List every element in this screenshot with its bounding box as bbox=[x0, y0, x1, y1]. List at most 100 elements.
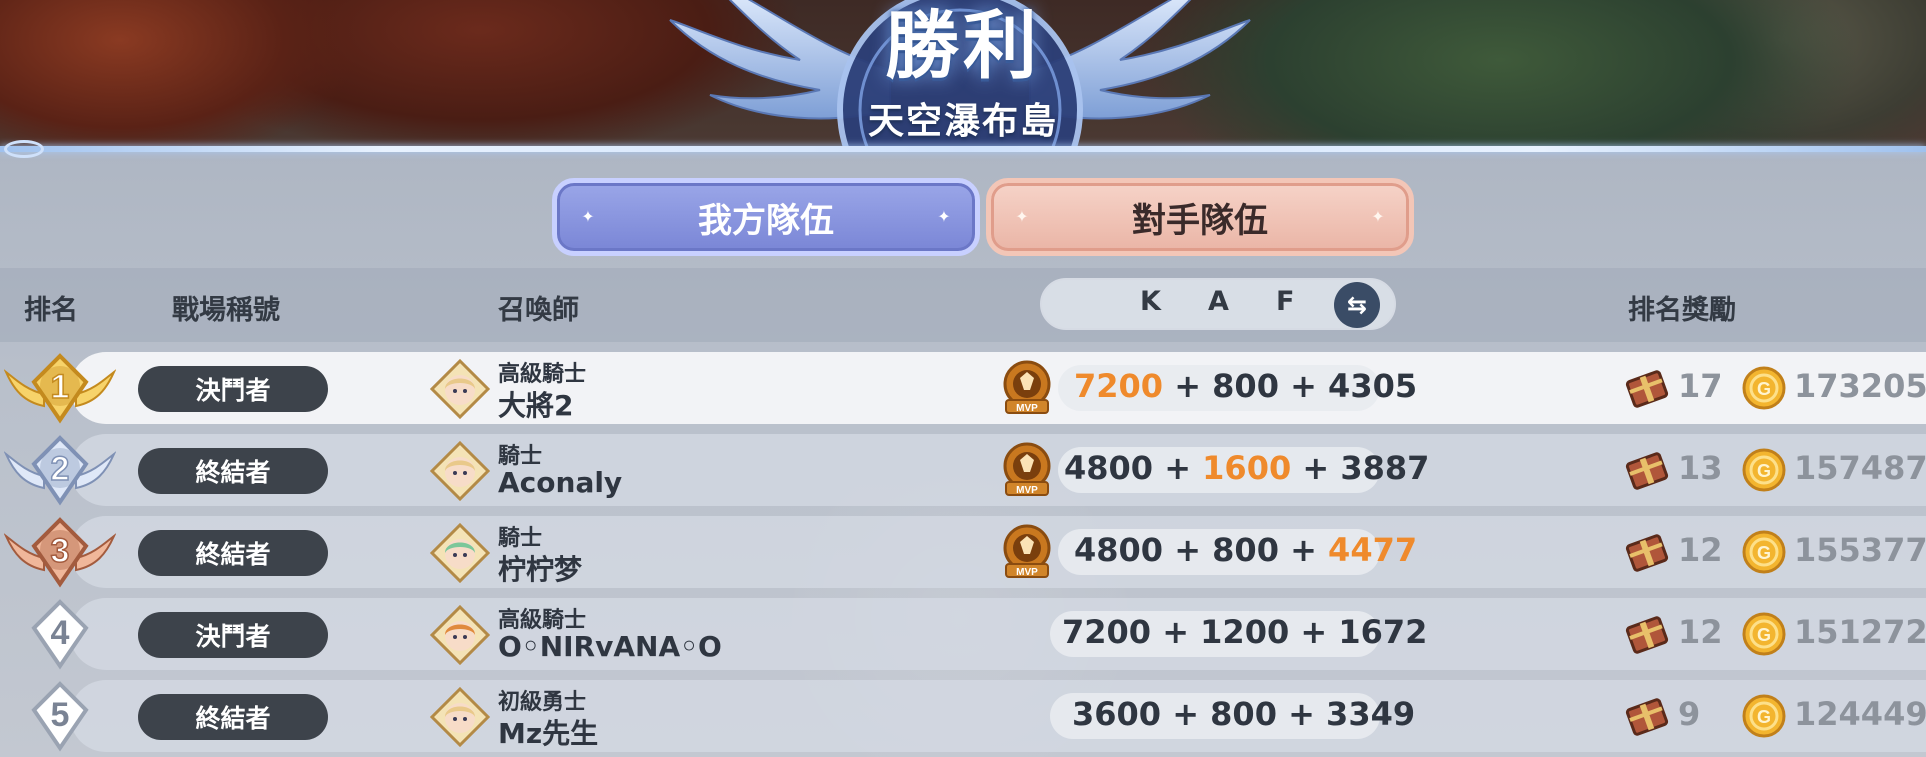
kaf-stats: 7200 + 1200 + 1672 bbox=[1062, 613, 1428, 651]
kills-value: 7200 bbox=[1062, 613, 1152, 651]
map-name: 天空瀑布島 bbox=[867, 101, 1058, 142]
svg-text:MVP: MVP bbox=[1016, 485, 1038, 496]
summoner-name: Aconaly bbox=[498, 466, 623, 499]
assists-value: 1600 bbox=[1202, 449, 1292, 487]
chest-icon bbox=[1624, 448, 1670, 494]
header-a: A bbox=[1208, 286, 1229, 317]
rank-number: 2 bbox=[51, 450, 70, 488]
gold-amount: 124449 bbox=[1794, 695, 1926, 733]
sparkle-icon: ✦ bbox=[937, 207, 951, 226]
svg-text:G: G bbox=[1757, 625, 1771, 645]
fortress-value: 1672 bbox=[1338, 613, 1428, 651]
gold-coin-icon: G bbox=[1742, 530, 1786, 574]
battle-title-badge: 決鬥者 bbox=[138, 366, 328, 412]
swap-arrows-icon: ⇆ bbox=[1346, 291, 1368, 319]
chest-count: 12 bbox=[1678, 531, 1723, 569]
battle-title-badge: 決鬥者 bbox=[138, 612, 328, 658]
chest-icon bbox=[1624, 694, 1670, 740]
fortress-value: 4305 bbox=[1328, 367, 1418, 405]
chest-count: 9 bbox=[1678, 695, 1701, 733]
chest-icon bbox=[1624, 612, 1670, 658]
rank-badge-icon: 1 bbox=[3, 350, 117, 426]
panel-rim bbox=[0, 146, 1926, 152]
assists-value: 1200 bbox=[1200, 613, 1290, 651]
svg-text:MVP: MVP bbox=[1016, 567, 1038, 578]
swap-stats-button[interactable]: ⇆ bbox=[1334, 282, 1380, 328]
sparkle-icon: ✦ bbox=[1015, 207, 1029, 226]
rank-badge-icon: 2 bbox=[3, 432, 117, 508]
battle-title-badge: 終結者 bbox=[138, 694, 328, 740]
summoner-name: O◦NIRvANA◦O bbox=[498, 630, 722, 663]
chest-count: 12 bbox=[1678, 613, 1723, 651]
svg-text:G: G bbox=[1757, 461, 1771, 481]
gold-amount: 155377 bbox=[1794, 531, 1926, 569]
assists-value: 800 bbox=[1210, 695, 1277, 733]
assists-value: 800 bbox=[1212, 367, 1279, 405]
table-row: 4 決鬥者 高級騎士 O◦NIRvANA◦O 7200 + 1200 + 167… bbox=[0, 598, 1926, 670]
mvp-badge-icon: MVP bbox=[998, 440, 1056, 498]
rank-number: 4 bbox=[51, 614, 70, 652]
gold-amount: 151272 bbox=[1794, 613, 1926, 651]
kills-value: 4800 bbox=[1064, 449, 1154, 487]
table-row: 3 終結者 騎士 柠柠梦 MVP 4800 + 800 + 4477 12 G bbox=[0, 516, 1926, 588]
assists-value: 800 bbox=[1212, 531, 1279, 569]
header-summoner: 召喚師 bbox=[498, 295, 579, 326]
summoner-avatar-icon[interactable] bbox=[429, 522, 491, 584]
chest-count: 17 bbox=[1678, 367, 1723, 405]
tab-my-team[interactable]: ✦ 我方隊伍 ✦ bbox=[552, 178, 980, 256]
battle-title-badge: 終結者 bbox=[138, 530, 328, 576]
victory-title: 勝利 bbox=[885, 3, 1041, 89]
rank-badge-icon: 3 bbox=[3, 514, 117, 590]
header-f: F bbox=[1276, 286, 1295, 317]
fortress-value: 4477 bbox=[1328, 531, 1418, 569]
battle-title-badge: 終結者 bbox=[138, 448, 328, 494]
table-row: 2 終結者 騎士 Aconaly MVP 4800 + 1600 + 3887 … bbox=[0, 434, 1926, 506]
gold-coin-icon: G bbox=[1742, 612, 1786, 656]
gold-amount: 157487 bbox=[1794, 449, 1926, 487]
mvp-badge-icon: MVP bbox=[998, 522, 1056, 580]
summoner-avatar-icon[interactable] bbox=[429, 358, 491, 420]
header-battle-title: 戰場稱號 bbox=[172, 295, 280, 326]
sparkle-icon: ✦ bbox=[1371, 207, 1385, 226]
summoner-avatar-icon[interactable] bbox=[429, 686, 491, 748]
summoner-name: 柠柠梦 bbox=[498, 553, 583, 586]
gold-coin-icon: G bbox=[1742, 448, 1786, 492]
kaf-stats: 3600 + 800 + 3349 bbox=[1072, 695, 1416, 733]
rank-number: 3 bbox=[51, 532, 70, 570]
table-row: 1 決鬥者 高級騎士 大將2 MVP 7200 + 800 + 4305 17 … bbox=[0, 352, 1926, 424]
table-row: 5 終結者 初級勇士 Mz先生 3600 + 800 + 3349 9 G 12… bbox=[0, 680, 1926, 752]
kills-value: 4800 bbox=[1074, 531, 1164, 569]
kills-value: 7200 bbox=[1074, 367, 1164, 405]
chest-icon bbox=[1624, 530, 1670, 576]
header-k: K bbox=[1140, 286, 1161, 317]
tab-my-team-label: 我方隊伍 bbox=[698, 200, 834, 241]
kaf-stats: 7200 + 800 + 4305 bbox=[1074, 367, 1418, 405]
fortress-value: 3349 bbox=[1326, 695, 1416, 733]
sparkle-icon: ✦ bbox=[581, 207, 595, 226]
kills-value: 3600 bbox=[1072, 695, 1162, 733]
kaf-stats: 4800 + 1600 + 3887 bbox=[1064, 449, 1430, 487]
gold-coin-icon: G bbox=[1742, 366, 1786, 410]
rim-ornament-icon bbox=[4, 140, 44, 158]
header-rank-reward: 排名獎勵 bbox=[1628, 295, 1736, 326]
mvp-badge-icon: MVP bbox=[998, 358, 1056, 416]
rank-badge-icon: 4 bbox=[4, 596, 116, 672]
svg-text:MVP: MVP bbox=[1016, 403, 1038, 414]
header-rank: 排名 bbox=[24, 295, 78, 326]
gold-amount: 173205 bbox=[1794, 367, 1926, 405]
chest-count: 13 bbox=[1678, 449, 1723, 487]
summoner-avatar-icon[interactable] bbox=[429, 604, 491, 666]
summoner-avatar-icon[interactable] bbox=[429, 440, 491, 502]
chest-icon bbox=[1624, 366, 1670, 412]
rank-number: 1 bbox=[51, 368, 70, 406]
fortress-value: 3887 bbox=[1340, 449, 1430, 487]
gold-coin-icon: G bbox=[1742, 694, 1786, 738]
svg-text:G: G bbox=[1757, 707, 1771, 727]
summoner-name: Mz先生 bbox=[498, 717, 599, 750]
summoner-name: 大將2 bbox=[498, 389, 574, 422]
tab-opponent-team[interactable]: ✦ 對手隊伍 ✦ bbox=[986, 178, 1414, 256]
kaf-stats: 4800 + 800 + 4477 bbox=[1074, 531, 1418, 569]
svg-text:G: G bbox=[1757, 379, 1771, 399]
rank-number: 5 bbox=[51, 696, 70, 734]
tab-opponent-team-label: 對手隊伍 bbox=[1132, 200, 1268, 241]
